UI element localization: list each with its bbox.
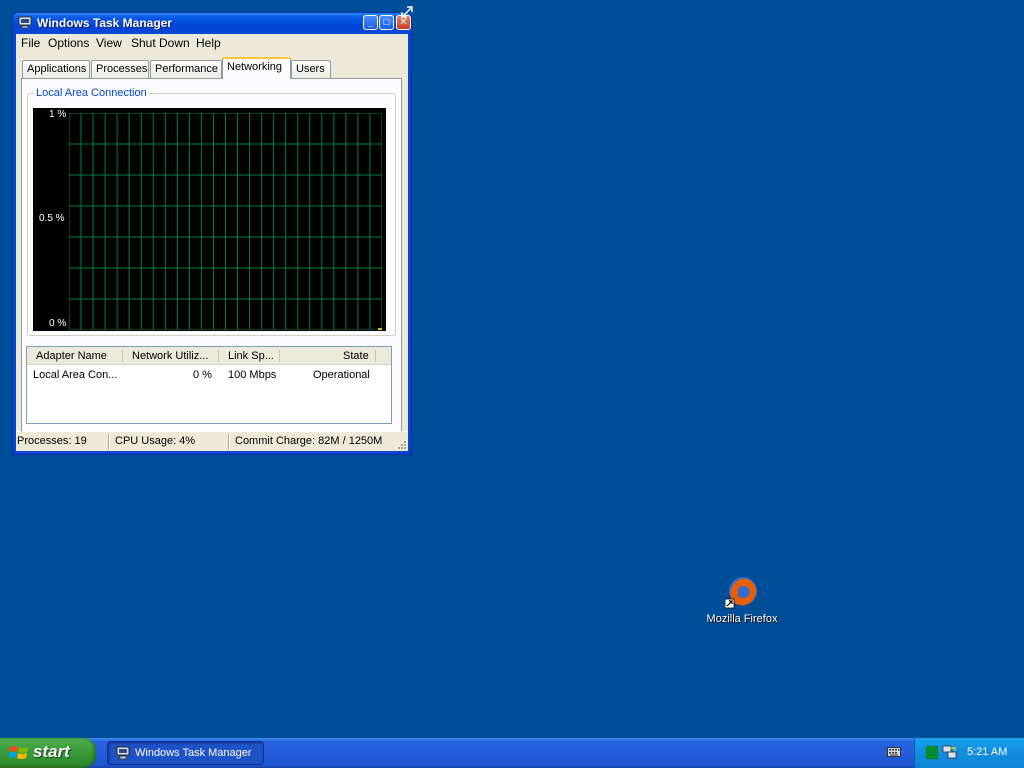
desktop-icon-firefox[interactable]: Mozilla Firefox — [703, 575, 781, 629]
y-tick-mid: 0.5 % — [39, 213, 65, 224]
resize-arrow-icon — [401, 6, 413, 18]
y-tick-min: 0 % — [49, 318, 67, 329]
menu-shut-down[interactable]: Shut Down — [131, 36, 190, 50]
graph-group: Local Area Connection 1 % 0.5 % 0 % — [27, 87, 396, 336]
adapter-list-header: Adapter Name Network Utiliz... Link Sp..… — [27, 347, 391, 365]
title-bar[interactable]: Windows Task Manager _ □ ✕ — [13, 13, 411, 34]
network-graph: 1 % 0.5 % 0 % — [33, 108, 386, 331]
minimize-button[interactable]: _ — [363, 15, 378, 30]
menu-options[interactable]: Options — [48, 36, 89, 50]
col-state[interactable]: State — [343, 350, 369, 362]
adapter-list[interactable]: Adapter Name Network Utiliz... Link Sp..… — [26, 346, 392, 424]
status-bar: Processes: 19 CPU Usage: 4% Commit Charg… — [16, 431, 408, 451]
tab-performance[interactable]: Performance — [150, 60, 222, 79]
status-divider — [228, 434, 230, 450]
desktop-icon-label: Mozilla Firefox — [706, 613, 778, 625]
clock[interactable]: 5:21 AM — [967, 746, 1007, 758]
y-tick-max: 1 % — [49, 109, 67, 120]
adapter-name-cell: Local Area Con... — [33, 369, 118, 381]
table-row[interactable]: Local Area Con... 0 % 100 Mbps Operation… — [27, 369, 391, 383]
menu-view[interactable]: View — [96, 36, 122, 50]
col-network-utilization[interactable]: Network Utiliz... — [132, 350, 208, 362]
window-title: Windows Task Manager — [37, 16, 173, 30]
status-processes: Processes: 19 — [17, 435, 87, 447]
col-divider[interactable] — [218, 350, 219, 362]
task-manager-icon — [116, 746, 130, 760]
maximize-button[interactable]: □ — [379, 15, 394, 30]
col-divider[interactable] — [375, 350, 376, 362]
minimize-icon: _ — [367, 17, 374, 28]
menu-file[interactable]: File — [21, 36, 40, 50]
task-manager-tray-icon[interactable] — [926, 746, 938, 759]
status-divider — [108, 434, 110, 450]
maximize-icon: □ — [383, 17, 390, 28]
menu-help[interactable]: Help — [196, 36, 221, 50]
resize-grip-icon[interactable] — [396, 439, 406, 449]
task-manager-window: Windows Task Manager _ □ ✕ File Options … — [12, 6, 413, 455]
menu-bar: File Options View Shut Down Help — [16, 34, 408, 53]
tab-processes[interactable]: Processes — [91, 60, 149, 79]
status-commit: Commit Charge: 82M / 1250M — [235, 435, 383, 447]
graph-title: Local Area Connection — [34, 87, 149, 99]
taskbar-button-label: Windows Task Manager — [135, 747, 252, 759]
windows-logo-icon — [9, 746, 28, 759]
status-cpu: CPU Usage: 4% — [115, 435, 196, 447]
taskbar: start Windows Task Manager 5:21 AM — [0, 738, 1024, 768]
start-button[interactable]: start — [0, 738, 96, 768]
col-divider[interactable] — [122, 350, 123, 362]
state-cell: Operational — [313, 369, 370, 381]
tab-users[interactable]: Users — [291, 60, 331, 79]
utilization-cell: 0 % — [193, 369, 212, 381]
col-link-speed[interactable]: Link Sp... — [228, 350, 274, 362]
col-divider[interactable] — [279, 350, 280, 362]
window-client: File Options View Shut Down Help Applica… — [16, 34, 408, 451]
tab-applications[interactable]: Applications — [22, 60, 90, 79]
networking-panel: Local Area Connection 1 % 0.5 % 0 % Adap… — [21, 78, 402, 436]
task-manager-icon — [18, 16, 32, 29]
system-tray: 5:21 AM — [914, 738, 1024, 768]
start-label: start — [33, 742, 70, 761]
col-adapter-name[interactable]: Adapter Name — [36, 350, 107, 362]
network-connection-icon[interactable] — [942, 745, 958, 760]
link-speed-cell: 100 Mbps — [228, 369, 277, 381]
keyboard-icon[interactable] — [887, 747, 901, 757]
tab-networking[interactable]: Networking — [222, 57, 291, 79]
taskbar-button-task-manager[interactable]: Windows Task Manager — [107, 741, 264, 765]
graph-grid — [69, 113, 382, 330]
firefox-icon — [725, 577, 757, 609]
